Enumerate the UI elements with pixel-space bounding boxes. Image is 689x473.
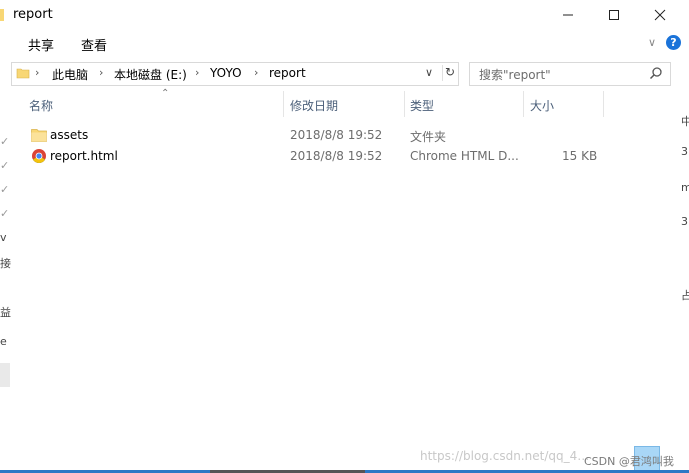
nav-fragment: e — [0, 335, 7, 348]
chevron-right-icon: › — [35, 66, 40, 79]
minimize-icon — [563, 14, 573, 16]
window-title: report — [13, 7, 53, 22]
help-icon[interactable]: ? — [666, 35, 681, 50]
nav-fragment: v — [0, 231, 7, 244]
file-row-assets[interactable]: assets 2018/8/8 19:52 文件夹 — [13, 125, 613, 146]
refresh-icon[interactable]: ↻ — [442, 65, 459, 81]
ribbon-controls: ∨ ? — [648, 35, 681, 50]
bg-fragment: 占 — [681, 289, 689, 302]
minimize-button[interactable] — [545, 0, 591, 30]
folder-icon — [16, 68, 30, 79]
nav-fragment: 益 — [0, 306, 11, 319]
breadcrumb-this-pc[interactable]: 此电脑 — [52, 66, 88, 83]
close-button[interactable] — [637, 0, 683, 30]
csdn-watermark: CSDN @君鸿叫我 — [584, 455, 674, 468]
file-type: 文件夹 — [410, 130, 447, 144]
navigation-row: › 此电脑 › 本地磁盘 (E:) › YOYO › report ∨ ↻ 搜索… — [0, 55, 689, 91]
column-size[interactable]: 大小 — [524, 91, 603, 117]
pin-icon: ✓ — [0, 135, 10, 148]
address-dropdown-icon[interactable]: ∨ — [425, 66, 433, 79]
search-placeholder: 搜索"report" — [479, 68, 551, 82]
watermark-url: https://blog.csdn.net/qq_4… — [420, 449, 590, 463]
file-name: report.html — [50, 149, 118, 163]
column-name[interactable]: 名称 — [13, 91, 273, 117]
maximize-icon — [609, 10, 619, 20]
chevron-right-icon: › — [254, 66, 259, 79]
search-icon[interactable] — [649, 66, 663, 80]
column-type[interactable]: 类型 — [405, 91, 523, 117]
pin-icon: ✓ — [0, 183, 10, 196]
bg-fragment: m — [681, 181, 689, 194]
bg-fragment: 中 — [681, 115, 689, 128]
breadcrumb-yoyo[interactable]: YOYO — [210, 66, 242, 80]
chevron-right-icon: › — [195, 66, 200, 79]
bg-fragment: 3 — [681, 145, 688, 158]
bg-fragment: 3 — [681, 215, 688, 228]
chevron-right-icon: › — [99, 66, 104, 79]
address-bar[interactable]: › 此电脑 › 本地磁盘 (E:) › YOYO › report ∨ ↻ — [11, 62, 459, 86]
file-type: Chrome HTML D... — [410, 149, 519, 163]
close-icon — [654, 9, 666, 21]
column-header: ⌃ 名称 修改日期 类型 大小 — [13, 88, 681, 117]
column-date[interactable]: 修改日期 — [284, 91, 404, 117]
column-divider[interactable] — [603, 91, 604, 117]
background-window-fragment: 中 3 m 3 占 — [681, 91, 689, 473]
breadcrumb-report[interactable]: report — [269, 66, 306, 80]
navigation-pane[interactable]: ✓ ✓ ✓ ✓ v 接 益 e — [0, 91, 11, 473]
tab-view[interactable]: 查看 — [81, 35, 107, 54]
search-input[interactable]: 搜索"report" — [469, 62, 671, 86]
expand-ribbon-icon[interactable]: ∨ — [648, 36, 656, 49]
folder-icon — [31, 129, 47, 142]
file-size: 15 KB — [562, 149, 598, 163]
nav-selection-highlight — [0, 363, 10, 387]
chrome-icon — [32, 149, 46, 163]
pin-icon: ✓ — [0, 207, 10, 220]
tab-share[interactable]: 共享 — [28, 35, 54, 54]
ribbon: 共享 查看 ∨ ? — [0, 30, 689, 55]
window-icon — [0, 0, 8, 30]
breadcrumb-local-disk[interactable]: 本地磁盘 (E:) — [114, 66, 187, 83]
title-bar: report — [0, 0, 689, 30]
file-row-report-html[interactable]: report.html 2018/8/8 19:52 Chrome HTML D… — [13, 146, 613, 167]
maximize-button[interactable] — [591, 0, 637, 30]
nav-fragment: 接 — [0, 257, 11, 270]
file-name: assets — [50, 128, 89, 142]
file-date: 2018/8/8 19:52 — [290, 128, 383, 142]
pin-icon: ✓ — [0, 159, 10, 172]
file-date: 2018/8/8 19:52 — [290, 149, 383, 163]
